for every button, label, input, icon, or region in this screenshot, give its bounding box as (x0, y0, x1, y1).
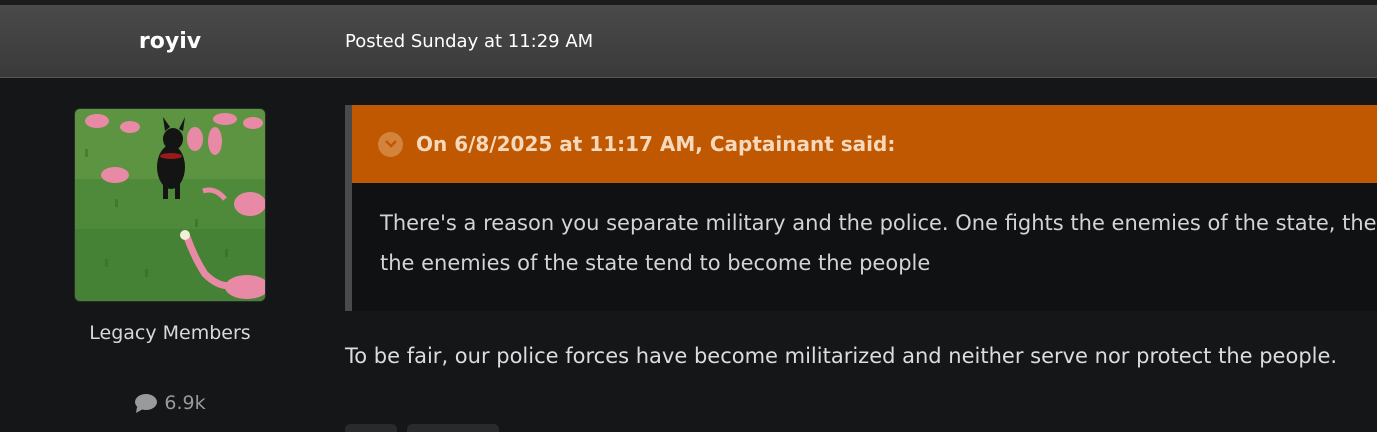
quote-block: On 6/8/2025 at 11:17 AM, Captainant said… (345, 105, 1377, 311)
avatar[interactable] (74, 108, 266, 302)
post-header: royiv Posted Sunday at 11:29 AM (0, 5, 1377, 78)
post-count-value: 6.9k (164, 392, 206, 414)
comment-icon (135, 394, 158, 413)
member-group: Legacy Members (89, 322, 251, 344)
reaction-button[interactable] (407, 424, 499, 432)
reaction-bar (345, 424, 499, 432)
quote-citation[interactable]: On 6/8/2025 at 11:17 AM, Captainant said… (416, 132, 895, 156)
quote-line: the enemies of the state tend to become … (380, 251, 931, 275)
avatar-dog-flamingos-icon (75, 109, 265, 301)
chevron-down-icon[interactable] (378, 131, 403, 157)
quote-text: There's a reason you separate military a… (380, 203, 1377, 283)
post-date-link[interactable]: Posted Sunday at 11:29 AM (345, 5, 593, 78)
author-name-link[interactable]: royiv (0, 5, 340, 78)
quote-citation-bar[interactable]: On 6/8/2025 at 11:17 AM, Captainant said… (352, 105, 1377, 183)
post-count: 6.9k (0, 392, 340, 414)
post-body: To be fair, our police forces have becom… (345, 344, 1338, 368)
quote-line: There's a reason you separate military a… (380, 211, 1377, 235)
reaction-button[interactable] (345, 424, 397, 432)
